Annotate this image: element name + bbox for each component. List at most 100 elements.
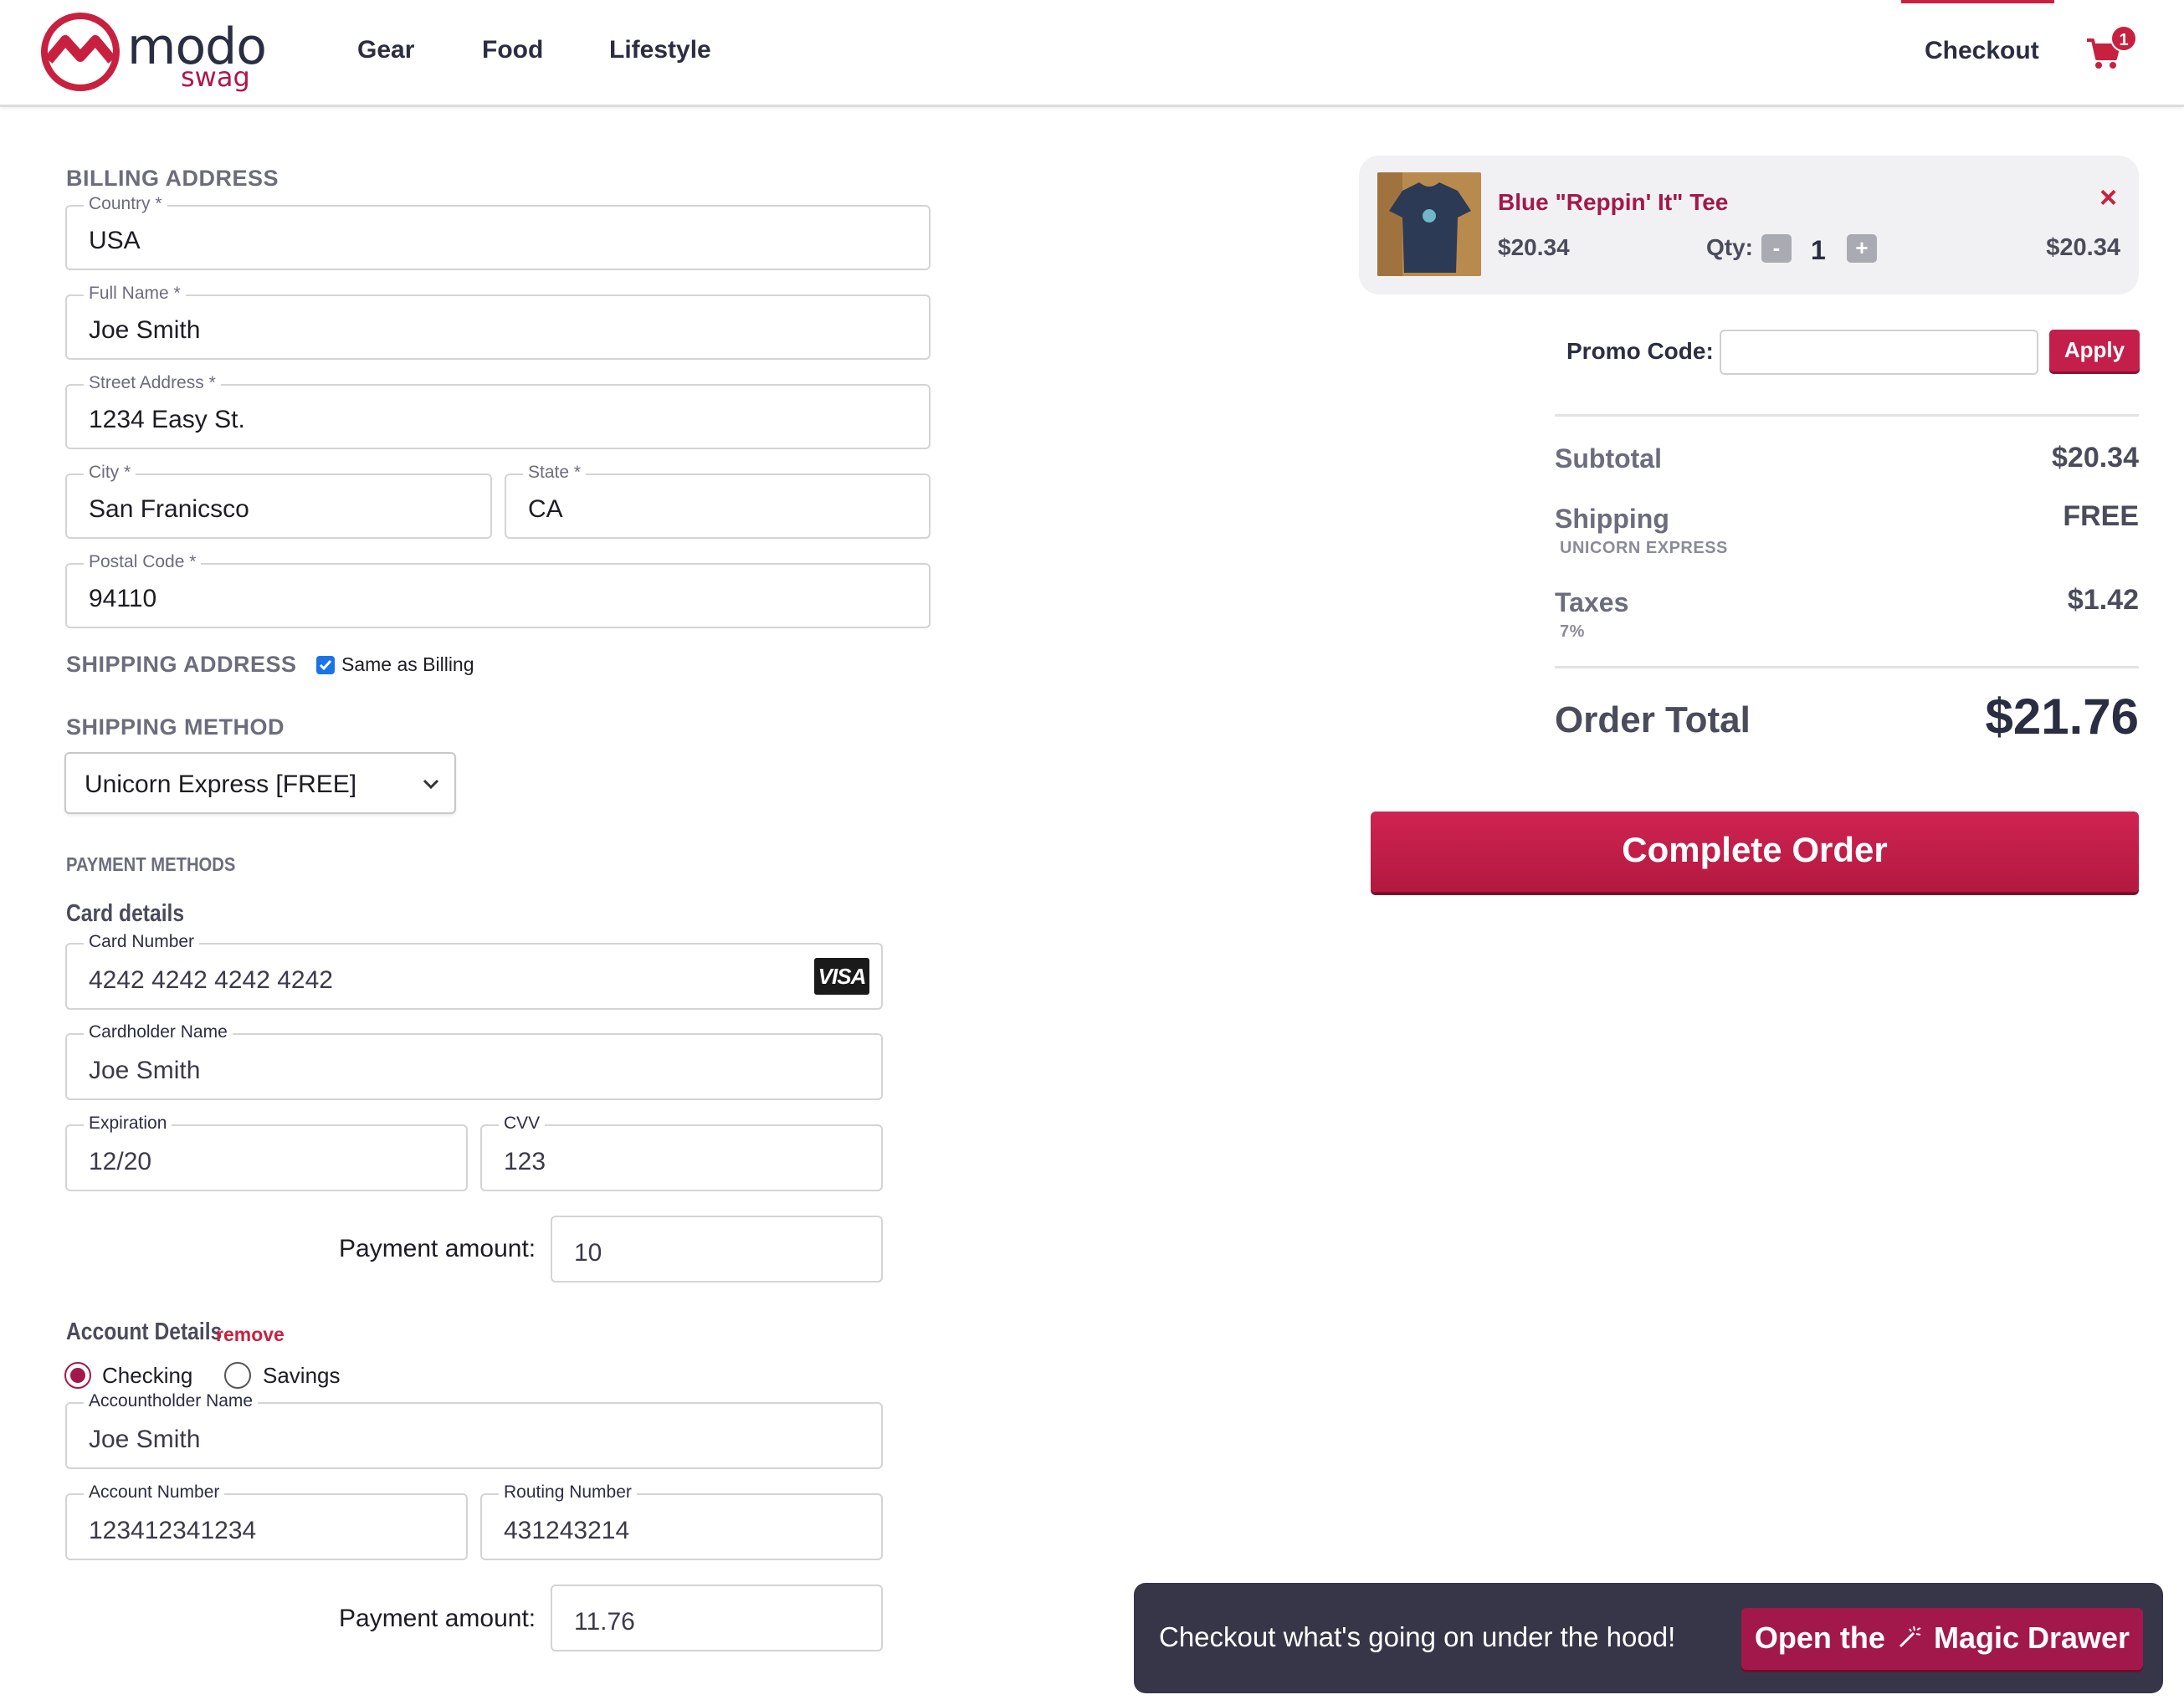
order-total-label: Order Total [1555,699,1751,740]
promo-code-input[interactable] [1720,330,2038,375]
shipping-method-select[interactable]: Unicorn Express [FREE] [64,752,456,814]
card-payment-amount-label: Payment amount: [339,1235,536,1262]
nav-gear[interactable]: Gear [357,35,414,65]
postal-code-value: 94110 [89,585,157,612]
city-label: City * [84,462,136,484]
cvv-label: CVV [499,1113,546,1134]
product-thumbnail[interactable] [1377,172,1481,276]
accountholder-name-label: Accountholder Name [84,1390,259,1412]
account-payment-amount-label: Payment amount: [339,1605,536,1632]
account-number-value: 123412341234 [89,1517,257,1544]
qty-value: 1 [1811,235,1826,265]
state-label: State * [523,462,587,484]
account-details-title: Account Details [66,1318,223,1345]
account-payment-amount-value: 11.76 [574,1608,635,1636]
magic-wand-icon [1899,1626,1921,1648]
cardholder-name-field[interactable]: Cardholder Name Joe Smith [65,1021,883,1100]
country-value: USA [89,227,141,254]
nav-checkout-label: Checkout [1925,37,2039,64]
expiration-value: 12/20 [89,1148,152,1175]
shipping-method-name: UNICORN EXPRESS [1560,539,1728,557]
account-number-field[interactable]: Account Number 123412341234 [65,1482,468,1560]
same-as-billing-checkbox[interactable] [316,656,335,674]
routing-number-value: 431243214 [504,1517,630,1544]
apply-promo-button[interactable]: Apply [2049,330,2140,371]
subtotal-label: Subtotal [1555,443,1662,474]
checkmark-icon [319,660,332,671]
street-address-field[interactable]: Street Address * 1234 Easy St. [65,372,931,449]
city-field[interactable]: City * San Franicsco [65,462,492,539]
cardholder-name-label: Cardholder Name [84,1021,233,1043]
chevron-down-icon [423,779,439,789]
shipping-address-title: SHIPPING ADDRESS [66,652,297,677]
savings-radio[interactable] [224,1362,251,1389]
logo-mark-icon [41,13,120,91]
checking-radio[interactable] [64,1362,91,1389]
routing-number-label: Routing Number [499,1482,637,1503]
postal-code-label: Postal Code * [84,551,202,573]
open-magic-drawer-label-post: Magic Drawer [1933,1621,2130,1655]
product-price: $20.34 [1498,234,1570,260]
nav-checkout[interactable]: Checkout [1901,0,2054,107]
cvv-value: 123 [504,1148,546,1175]
magic-drawer-text: Checkout what's going on under the hood! [1159,1621,1676,1652]
open-magic-drawer-button[interactable]: Open the Magic Drawer [1741,1608,2143,1670]
qty-label: Qty: [1706,234,1753,260]
city-value: San Franicsco [89,495,249,523]
account-payment-amount-input[interactable]: 11.76 [551,1585,883,1651]
summary-divider-top [1555,414,2139,417]
cart-button[interactable]: 1 [2085,25,2144,75]
street-address-label: Street Address * [84,372,221,394]
shipping-method-value: Unicorn Express [FREE] [85,771,357,798]
full-name-label: Full Name * [84,283,186,305]
card-number-field[interactable]: Card Number 4242 4242 4242 4242 VISA [65,931,883,1010]
line-total: $20.34 [2046,234,2120,261]
same-as-billing-label[interactable]: Same as Billing [341,653,474,676]
cart-item: Blue "Reppin' It" Tee $20.34 Qty: - 1 + … [1359,156,2139,294]
billing-title: BILLING ADDRESS [66,166,279,191]
shipping-method-title: SHIPPING METHOD [66,714,285,740]
taxes-value: $1.42 [2067,584,2139,616]
country-field[interactable]: Country * USA [65,193,931,270]
remove-item-icon[interactable]: × [2099,182,2117,212]
card-number-value: 4242 4242 4242 4242 [89,966,333,994]
cart-count-badge: 1 [2110,25,2137,52]
product-name[interactable]: Blue "Reppin' It" Tee [1498,189,1728,216]
site-header: modo swag Gear Food Lifestyle Checkout 1 [0,0,2184,107]
expiration-field[interactable]: Expiration 12/20 [65,1113,468,1191]
nav-food[interactable]: Food [482,35,543,65]
accountholder-name-value: Joe Smith [89,1426,201,1453]
qty-decrease-button[interactable]: - [1761,234,1792,263]
savings-label[interactable]: Savings [263,1363,341,1389]
full-name-value: Joe Smith [89,316,201,344]
subtotal-value: $20.34 [2052,442,2139,474]
routing-number-field[interactable]: Routing Number 431243214 [480,1482,883,1560]
card-details-title: Card details [66,900,185,927]
cvv-field[interactable]: CVV 123 [480,1113,883,1191]
checking-label[interactable]: Checking [102,1363,192,1389]
complete-order-button[interactable]: Complete Order [1371,812,2139,892]
accountholder-name-field[interactable]: Accountholder Name Joe Smith [65,1390,883,1469]
magic-drawer-banner: Checkout what's going on under the hood!… [1134,1583,2163,1693]
card-payment-amount-value: 10 [574,1239,602,1267]
open-magic-drawer-label-pre: Open the [1754,1621,1885,1655]
full-name-field[interactable]: Full Name * Joe Smith [65,283,931,360]
visa-icon: VISA [814,958,869,995]
taxes-label: Taxes [1555,587,1629,617]
card-payment-amount-input[interactable]: 10 [551,1216,883,1283]
summary-divider-bottom [1555,666,2139,668]
payment-methods-title: PAYMENT METHODS [66,853,236,875]
remove-account-link[interactable]: remove [216,1324,285,1346]
qty-increase-button[interactable]: + [1847,234,1877,263]
nav-lifestyle[interactable]: Lifestyle [609,35,711,65]
postal-code-field[interactable]: Postal Code * 94110 [65,551,931,628]
state-value: CA [528,495,563,523]
shipping-value: FREE [2063,500,2139,532]
promo-code-label: Promo Code: [1566,338,1714,364]
tax-rate: 7% [1560,622,1585,641]
logo[interactable]: modo swag [40,10,267,94]
card-number-label: Card Number [84,931,200,953]
logo-subtext: swag [181,61,250,93]
state-field[interactable]: State * CA [505,462,931,539]
tshirt-icon [1377,172,1481,276]
